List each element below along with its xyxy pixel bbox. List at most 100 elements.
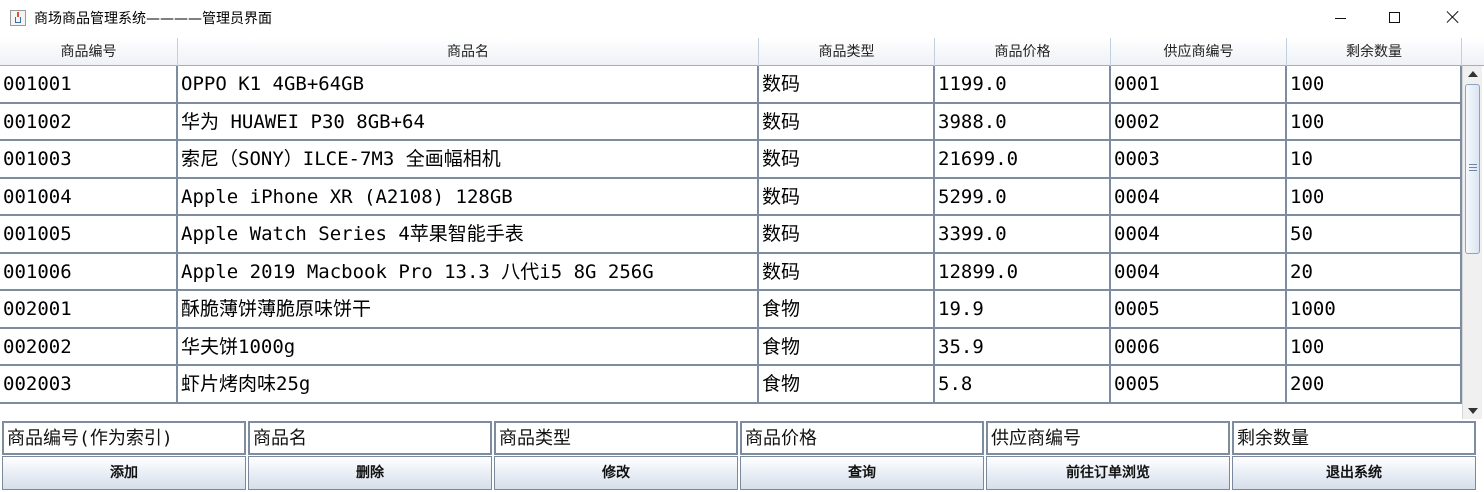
cell-type[interactable]: 数码 [759, 216, 935, 254]
cell-stock[interactable]: 200 [1287, 366, 1462, 404]
table-row[interactable]: 001006 Apple 2019 Macbook Pro 13.3 八代i5 8… [0, 253, 1462, 291]
scroll-up-icon[interactable] [1463, 66, 1483, 82]
cell-stock[interactable]: 100 [1287, 103, 1462, 141]
scroll-down-icon[interactable] [1463, 403, 1483, 419]
modify-button[interactable]: 修改 [494, 456, 738, 490]
cell-price[interactable]: 1199.0 [935, 66, 1111, 104]
cell-supplier[interactable]: 0005 [1111, 366, 1287, 404]
cell-price[interactable]: 5299.0 [935, 178, 1111, 216]
cell-price[interactable]: 3988.0 [935, 103, 1111, 141]
product-name-field-box [248, 421, 492, 455]
cell-id[interactable]: 002003 [0, 366, 178, 404]
product-table: 商品编号 商品名 商品类型 商品价格 供应商编号 剩余数量 001001 OPPO… [0, 38, 1462, 419]
cell-supplier[interactable]: 0003 [1111, 141, 1287, 179]
stock-field-box [1232, 421, 1476, 455]
cell-id[interactable]: 001003 [0, 141, 178, 179]
window-title: 商场商品管理系统————管理员界面 [34, 11, 272, 27]
java-cup-icon [10, 10, 26, 26]
cell-name[interactable]: 酥脆薄饼薄脆原味饼干 [178, 291, 759, 329]
column-header-price[interactable]: 商品价格 [935, 38, 1111, 66]
cell-price[interactable]: 3399.0 [935, 216, 1111, 254]
cell-supplier[interactable]: 0004 [1111, 253, 1287, 291]
scrollbar-thumb[interactable] [1465, 84, 1480, 254]
stock-input[interactable] [1234, 423, 1474, 453]
cell-stock[interactable]: 100 [1287, 328, 1462, 366]
product-name-input[interactable] [250, 423, 490, 453]
vertical-scrollbar[interactable] [1462, 66, 1482, 419]
cell-type[interactable]: 数码 [759, 141, 935, 179]
table-row[interactable]: 001005 Apple Watch Series 4苹果智能手表 数码 3399.0… [0, 216, 1462, 254]
cell-price[interactable]: 35.9 [935, 328, 1111, 366]
cell-supplier[interactable]: 0001 [1111, 66, 1287, 104]
cell-stock[interactable]: 10 [1287, 141, 1462, 179]
cell-type[interactable]: 数码 [759, 103, 935, 141]
cell-name[interactable]: Apple iPhone XR (A2108) 128GB [178, 178, 759, 216]
cell-type[interactable]: 数码 [759, 253, 935, 291]
table-row[interactable]: 002001 酥脆薄饼薄脆原味饼干 食物 19.9 0005 1000 [0, 291, 1462, 329]
cell-name[interactable]: Apple Watch Series 4苹果智能手表 [178, 216, 759, 254]
delete-button[interactable]: 删除 [248, 456, 492, 490]
cell-price[interactable]: 12899.0 [935, 253, 1111, 291]
table-row[interactable]: 001004 Apple iPhone XR (A2108) 128GB 数码 529… [0, 178, 1462, 216]
cell-name[interactable]: 华为 HUAWEI P30 8GB+64 [178, 103, 759, 141]
cell-supplier[interactable]: 0005 [1111, 291, 1287, 329]
column-header-id[interactable]: 商品编号 [0, 38, 178, 66]
cell-price[interactable]: 19.9 [935, 291, 1111, 329]
column-header-supplier[interactable]: 供应商编号 [1111, 38, 1287, 66]
table-row[interactable]: 002003 虾片烤肉味25g 食物 5.8 0005 200 [0, 366, 1462, 404]
table-row[interactable]: 002002 华夫饼1000g 食物 35.9 0006 100 [0, 328, 1462, 366]
orders-button[interactable]: 前往订单浏览 [986, 456, 1230, 490]
close-button[interactable] [1430, 0, 1476, 38]
cell-type[interactable]: 食物 [759, 291, 935, 329]
cell-type[interactable]: 食物 [759, 366, 935, 404]
minimize-button[interactable] [1318, 0, 1364, 38]
cell-price[interactable]: 5.8 [935, 366, 1111, 404]
cell-price[interactable]: 21699.0 [935, 141, 1111, 179]
maximize-icon [1389, 12, 1400, 23]
cell-id[interactable]: 001001 [0, 66, 178, 104]
cell-name[interactable]: OPPO K1 4GB+64GB [178, 66, 759, 104]
cell-supplier[interactable]: 0004 [1111, 178, 1287, 216]
table-row[interactable]: 001002 华为 HUAWEI P30 8GB+64 数码 3988.0 0002 10… [0, 103, 1462, 141]
cell-type[interactable]: 食物 [759, 328, 935, 366]
cell-id[interactable]: 002002 [0, 328, 178, 366]
scrollbar-corner [1462, 38, 1484, 66]
product-id-input[interactable] [4, 423, 244, 453]
cell-name[interactable]: Apple 2019 Macbook Pro 13.3 八代i5 8G 256G [178, 253, 759, 291]
table-row[interactable]: 001003 索尼（SONY）ILCE-7M3 全画幅相机 数码 21699.0 000… [0, 141, 1462, 179]
cell-stock[interactable]: 100 [1287, 178, 1462, 216]
maximize-button[interactable] [1372, 0, 1418, 38]
query-button[interactable]: 查询 [740, 456, 984, 490]
cell-stock[interactable]: 50 [1287, 216, 1462, 254]
cell-id[interactable]: 001006 [0, 253, 178, 291]
table-row[interactable]: 001001 OPPO K1 4GB+64GB 数码 1199.0 0001 100 [0, 66, 1462, 104]
cell-id[interactable]: 001004 [0, 178, 178, 216]
cell-supplier[interactable]: 0006 [1111, 328, 1287, 366]
cell-stock[interactable]: 100 [1287, 66, 1462, 104]
cell-supplier[interactable]: 0002 [1111, 103, 1287, 141]
cell-type[interactable]: 数码 [759, 66, 935, 104]
cell-id[interactable]: 001002 [0, 103, 178, 141]
add-button[interactable]: 添加 [2, 456, 246, 490]
cell-stock[interactable]: 1000 [1287, 291, 1462, 329]
table-header: 商品编号 商品名 商品类型 商品价格 供应商编号 剩余数量 [0, 38, 1462, 66]
cell-name[interactable]: 索尼（SONY）ILCE-7M3 全画幅相机 [178, 141, 759, 179]
exit-button[interactable]: 退出系统 [1232, 456, 1476, 490]
column-header-name[interactable]: 商品名 [178, 38, 759, 66]
cell-name[interactable]: 虾片烤肉味25g [178, 366, 759, 404]
column-header-type[interactable]: 商品类型 [759, 38, 935, 66]
cell-supplier[interactable]: 0004 [1111, 216, 1287, 254]
cell-stock[interactable]: 20 [1287, 253, 1462, 291]
product-price-field-box [740, 421, 984, 455]
cell-name[interactable]: 华夫饼1000g [178, 328, 759, 366]
supplier-id-input[interactable] [988, 423, 1228, 453]
minimize-icon [1335, 18, 1346, 19]
product-type-input[interactable] [496, 423, 736, 453]
cell-type[interactable]: 数码 [759, 178, 935, 216]
action-bar: 添加 删除 修改 查询 前往订单浏览 退出系统 [2, 456, 1482, 490]
cell-id[interactable]: 001005 [0, 216, 178, 254]
title-bar: 商场商品管理系统————管理员界面 [0, 0, 1484, 38]
column-header-stock[interactable]: 剩余数量 [1287, 38, 1462, 66]
cell-id[interactable]: 002001 [0, 291, 178, 329]
product-price-input[interactable] [742, 423, 982, 453]
